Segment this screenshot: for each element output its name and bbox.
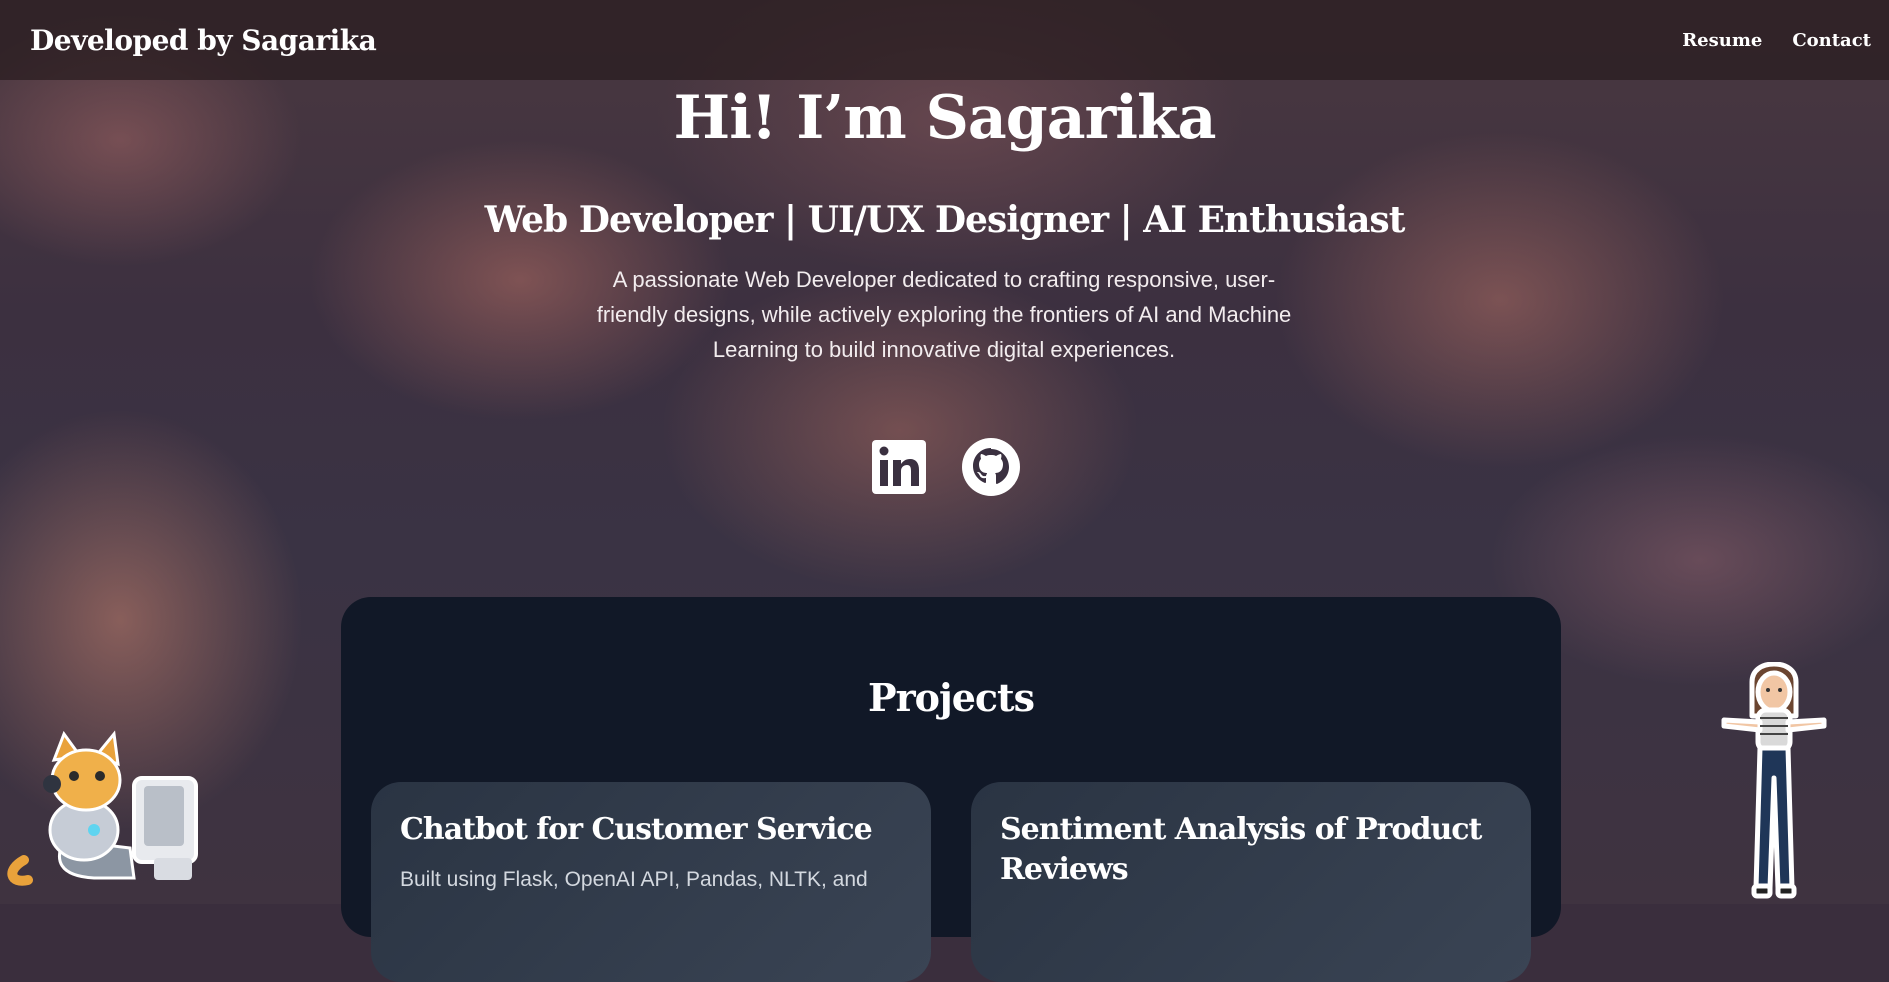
hero-description: A passionate Web Developer dedicated to … <box>596 267 1292 362</box>
project-card-description: Built using Flask, OpenAI API, Pandas, N… <box>400 868 868 891</box>
nav-links: Resume Contact <box>1682 30 1871 51</box>
brand-title: Developed by Sagarika <box>30 23 377 57</box>
project-card-chatbot[interactable]: Chatbot for Customer Service Built using… <box>371 782 931 982</box>
hero-title: Hi! I’m Sagarika <box>673 83 1217 153</box>
github-icon <box>961 438 1020 496</box>
social-links <box>0 438 1889 496</box>
project-card-sentiment[interactable]: Sentiment Analysis of Product Reviews <box>971 782 1531 982</box>
nav-link-resume[interactable]: Resume <box>1682 30 1762 51</box>
linkedin-icon <box>871 440 926 494</box>
projects-heading: Projects <box>868 675 1035 720</box>
projects-section: Projects Chatbot for Customer Service Bu… <box>341 597 1561 982</box>
nav-link-contact[interactable]: Contact <box>1792 30 1871 51</box>
github-link[interactable] <box>961 438 1020 496</box>
project-card-title: Chatbot for Customer Service <box>400 812 873 847</box>
hero-subtitle: Web Developer | UI/UX Designer | AI Enth… <box>484 199 1406 241</box>
navbar: Developed by Sagarika Resume Contact <box>0 0 1889 80</box>
project-card-title: Sentiment Analysis of Product Reviews <box>1000 812 1482 887</box>
linkedin-link[interactable] <box>870 438 928 496</box>
cat-mascot-illustration <box>4 730 200 886</box>
avatar-girl-illustration <box>1718 661 1830 900</box>
